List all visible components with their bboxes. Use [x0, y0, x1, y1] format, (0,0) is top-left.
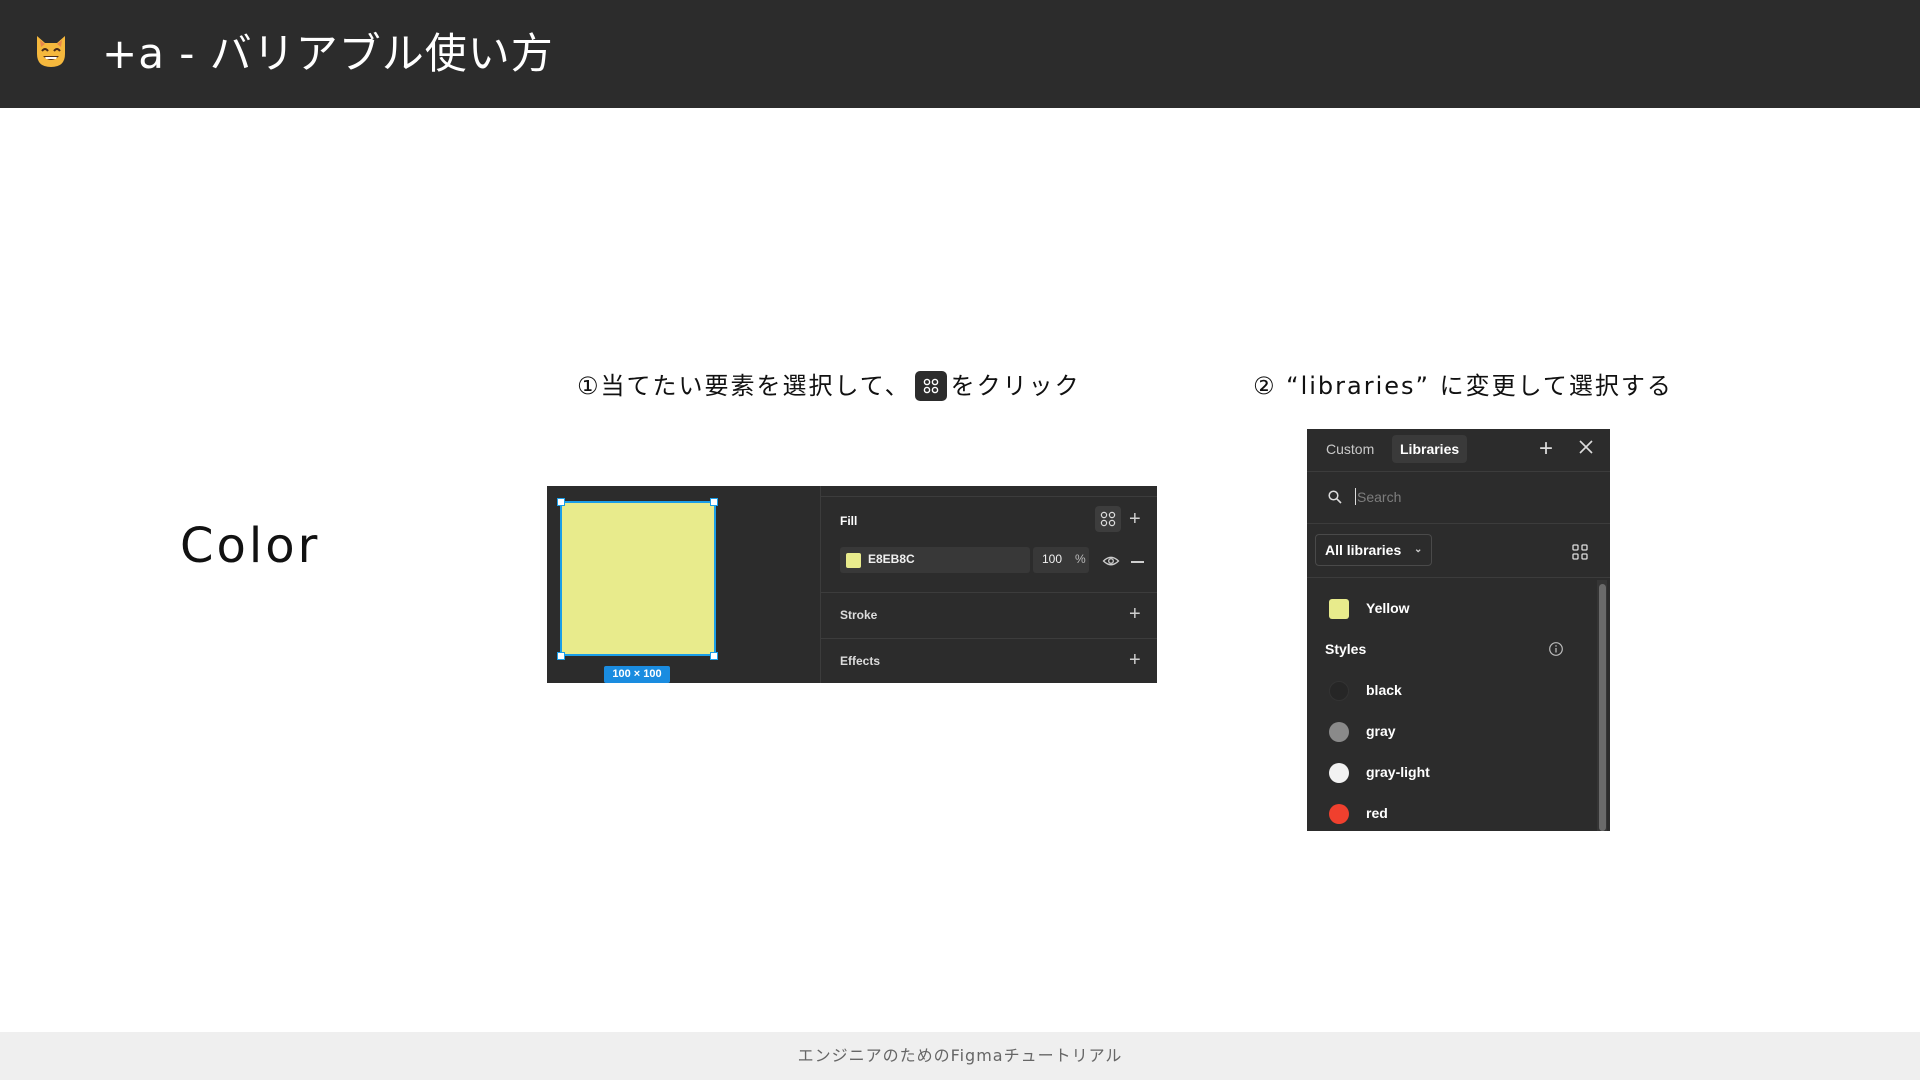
fill-hex-value: E8EB8C [868, 552, 915, 566]
style-label: black [1366, 682, 1402, 698]
style-label: gray [1366, 723, 1396, 739]
step1-text-prefix: ①当てたい要素を選択して、 [577, 372, 911, 400]
fill-color-swatch[interactable] [846, 553, 861, 568]
tab-custom[interactable]: Custom [1318, 435, 1382, 463]
effects-label: Effects [840, 654, 881, 668]
divider [821, 592, 1157, 593]
size-badge: 100 × 100 [604, 666, 670, 683]
chevron-down-icon: ⌄ [1414, 544, 1423, 555]
search-icon [1328, 490, 1342, 504]
divider [1307, 471, 1610, 472]
footer-text: エンジニアのためのFigmaチュートリアル [797, 1046, 1123, 1065]
slide-title: +a - バリアブル使い方 [102, 29, 554, 78]
resize-handle-top-left[interactable] [557, 498, 565, 506]
fill-label: Fill [840, 514, 858, 528]
variable-label: Yellow [1366, 600, 1410, 616]
divider [1307, 577, 1610, 578]
divider [821, 638, 1157, 639]
resize-handle-top-right[interactable] [710, 498, 718, 506]
fill-opacity-value: 100 [1042, 552, 1063, 566]
style-item-black[interactable]: black [1307, 674, 1599, 706]
color-swatch [1329, 722, 1349, 742]
canvas-area: 100 × 100 [547, 486, 820, 683]
grid-view-icon[interactable] [1571, 543, 1589, 561]
fill-opacity-field[interactable]: 100 % [1033, 547, 1089, 573]
color-swatch [1329, 599, 1349, 619]
section-label: Color [180, 518, 321, 574]
style-item-red[interactable]: red [1307, 797, 1599, 829]
search-input[interactable] [1354, 485, 1584, 509]
tab-libraries[interactable]: Libraries [1392, 435, 1468, 463]
scrollbar-thumb[interactable] [1599, 584, 1606, 831]
fill-opacity-unit: % [1075, 552, 1086, 566]
info-icon[interactable] [1548, 641, 1564, 657]
variable-item-yellow[interactable]: Yellow [1307, 592, 1599, 624]
variable-icon [914, 371, 947, 401]
color-swatch [1329, 804, 1349, 824]
style-item-gray[interactable]: gray [1307, 715, 1599, 747]
fill-hex-field[interactable]: E8EB8C [840, 547, 1030, 573]
step1-text-suffix: をクリック [950, 372, 1081, 400]
add-stroke-button[interactable]: + [1129, 604, 1141, 624]
slide-header: +a - バリアブル使い方 [0, 0, 1920, 108]
divider [821, 496, 1157, 497]
resize-handle-bottom-left[interactable] [557, 652, 565, 660]
resize-handle-bottom-right[interactable] [710, 652, 718, 660]
add-button[interactable]: + [1539, 435, 1553, 463]
slide-footer: エンジニアのためのFigmaチュートリアル [0, 1032, 1920, 1080]
fill-panel-screenshot: 100 × 100 Fill + E8EB8C 100 % Stroke + E… [547, 486, 1157, 683]
step2-caption: ② “libraries” に変更して選択する [1253, 372, 1673, 400]
add-effect-button[interactable]: + [1129, 650, 1141, 670]
stroke-label: Stroke [840, 608, 878, 622]
step1-caption: ①当てたい要素を選択して、 をクリック [577, 366, 1081, 406]
styles-heading: Styles [1325, 641, 1367, 657]
libraries-panel-screenshot: Custom Libraries + All libraries ⌄ Yello… [1307, 429, 1610, 831]
text-caret [1355, 488, 1356, 505]
style-label: red [1366, 805, 1388, 821]
color-swatch [1329, 681, 1349, 701]
add-fill-button[interactable]: + [1129, 509, 1141, 529]
remove-fill-button[interactable] [1131, 561, 1144, 563]
library-select-value: All libraries [1325, 542, 1402, 558]
properties-panel: Fill + E8EB8C 100 % Stroke + Effects + [820, 486, 1157, 683]
color-swatch [1329, 763, 1349, 783]
library-select[interactable]: All libraries ⌄ [1315, 534, 1432, 566]
smiling-cat-icon [37, 36, 65, 67]
apply-variable-button[interactable] [1095, 506, 1121, 532]
eye-icon[interactable] [1102, 552, 1120, 570]
selected-frame[interactable] [560, 501, 716, 656]
style-label: gray-light [1366, 764, 1430, 780]
style-item-gray-light[interactable]: gray-light [1307, 756, 1599, 788]
variable-icon [1100, 511, 1116, 527]
close-icon[interactable] [1575, 436, 1597, 458]
divider [1307, 523, 1610, 524]
